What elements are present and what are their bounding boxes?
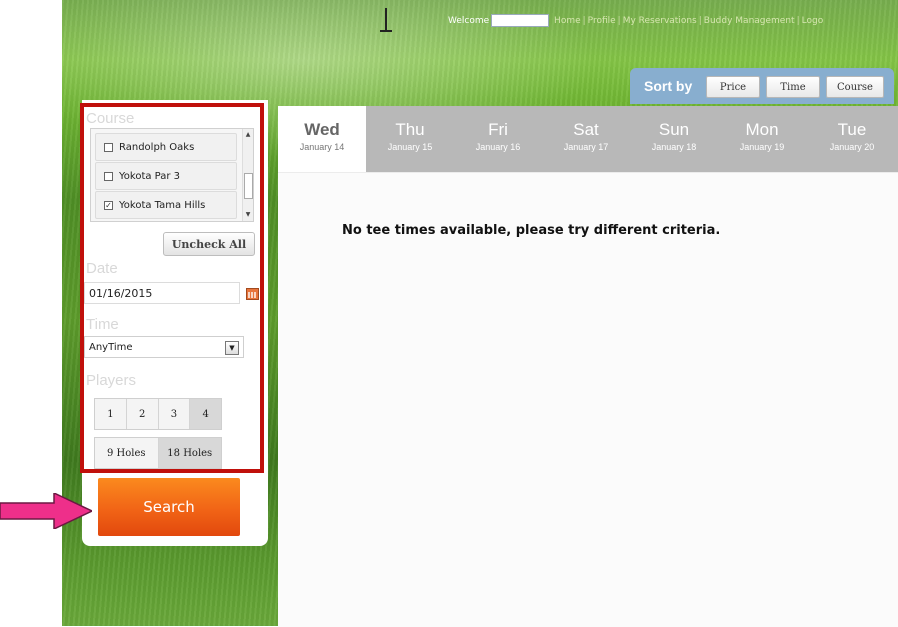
no-results-message: No tee times available, please try diffe… xyxy=(342,223,721,238)
tab-thu[interactable]: Thu January 15 xyxy=(366,106,455,172)
tab-day-label: Sun xyxy=(658,120,690,139)
highlight-frame xyxy=(80,103,264,473)
tab-day-label: Mon xyxy=(745,120,779,139)
tee-times-list: No tee times available, please try diffe… xyxy=(278,172,898,627)
sort-price-button[interactable]: Price xyxy=(706,76,760,98)
tab-date-label: January 14 xyxy=(299,142,345,152)
sort-time-button[interactable]: Time xyxy=(766,76,820,98)
tab-tue[interactable]: Tue January 20 xyxy=(806,106,898,172)
username-box xyxy=(491,14,550,27)
tab-day-label: Thu xyxy=(395,120,425,139)
nav-profile[interactable]: Profile xyxy=(588,16,616,26)
tab-sun[interactable]: Sun January 18 xyxy=(630,106,719,172)
tab-sat[interactable]: Sat January 17 xyxy=(542,106,631,172)
search-button[interactable]: Search xyxy=(98,478,240,536)
nav-buddy-management[interactable]: Buddy Management xyxy=(704,16,795,26)
tab-mon[interactable]: Mon January 19 xyxy=(718,106,807,172)
tab-wed[interactable]: Wed January 14 xyxy=(278,106,367,172)
annotation-arrow-icon xyxy=(0,493,92,529)
tab-fri[interactable]: Fri January 16 xyxy=(454,106,543,172)
tab-day-label: Wed xyxy=(304,120,340,139)
tab-date-label: January 18 xyxy=(651,142,697,152)
tab-date-label: January 19 xyxy=(739,142,785,152)
top-nav: Welcome Home | Profile | My Reservations | Bud… xyxy=(448,14,824,27)
tab-date-label: January 15 xyxy=(387,142,433,152)
nav-logout[interactable]: Logo xyxy=(802,16,824,26)
nav-my-reservations[interactable]: My Reservations xyxy=(623,16,697,26)
results-panel: Wed January 14 Thu January 15 Fri Januar… xyxy=(278,106,898,627)
tab-date-label: January 16 xyxy=(475,142,521,152)
tab-date-label: January 20 xyxy=(829,142,875,152)
flag-pole-icon xyxy=(385,8,387,30)
welcome-text: Welcome xyxy=(448,16,490,26)
tab-day-label: Tue xyxy=(837,120,867,139)
nav-home[interactable]: Home xyxy=(554,16,581,26)
tab-day-label: Sat xyxy=(573,120,599,139)
sort-course-button[interactable]: Course xyxy=(826,76,884,98)
sort-label: Sort by xyxy=(644,78,693,94)
sort-bar: Sort by Price Time Course xyxy=(630,68,894,104)
day-tabs: Wed January 14 Thu January 15 Fri Januar… xyxy=(278,106,898,172)
tab-day-label: Fri xyxy=(488,120,508,139)
tab-date-label: January 17 xyxy=(563,142,609,152)
